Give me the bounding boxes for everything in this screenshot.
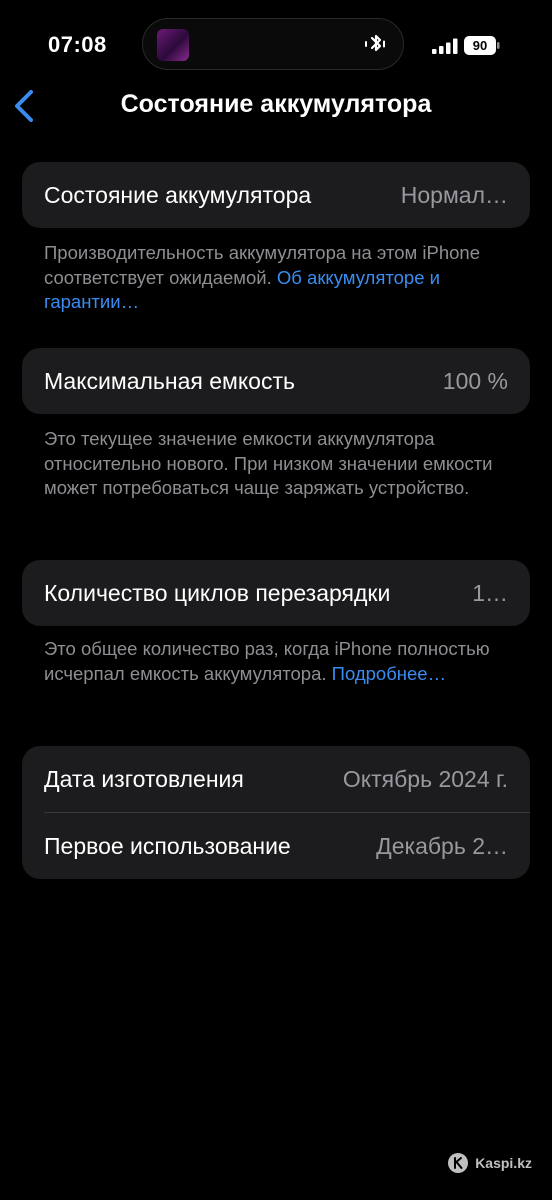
max-capacity-note: Это текущее значение емкости аккумулятор… [44,428,493,498]
cycle-count-row: Количество циклов перезарядки 1… [22,560,530,626]
dates-card: Дата изготовления Октябрь 2024 г. Первое… [22,746,530,879]
first-use-value: Декабрь 2… [376,832,508,859]
now-playing-thumbnail[interactable] [157,29,189,61]
cycle-count-note: Это общее количество раз, когда iPhone п… [44,637,514,686]
manufacture-date-value: Октябрь 2024 г. [342,765,508,792]
bluetooth-icon [365,34,385,52]
cycle-count-label: Количество циклов перезарядки [44,579,391,606]
max-capacity-label: Максимальная емкость [44,367,295,394]
cycle-count-card: Количество циклов перезарядки 1… [22,560,530,626]
learn-more-link[interactable]: Подробнее… [332,663,446,684]
manufacture-date-label: Дата изготовления [44,765,244,792]
first-use-label: Первое использование [44,832,291,859]
battery-health-note: Производительность аккумулятора на этом … [44,241,514,315]
max-capacity-value: 100 % [442,367,508,394]
max-capacity-row: Максимальная емкость 100 % [22,348,530,414]
dynamic-island[interactable] [142,18,404,70]
first-use-row: Первое использование Декабрь 2… [22,813,530,879]
max-capacity-card: Максимальная емкость 100 % [22,348,530,414]
manufacture-date-row: Дата изготовления Октябрь 2024 г. [22,746,530,812]
battery-icon: 90 [464,36,500,55]
page-title: Состояние аккумулятора [120,90,432,118]
watermark-text: Kaspi.kz [475,1155,532,1171]
signal-icon [432,38,458,54]
kaspi-logo-icon [448,1153,469,1173]
status-time: 07:08 [48,32,107,57]
battery-health-card: Состояние аккумулятора Нормал… [22,162,530,228]
cycle-count-value: 1… [472,579,508,606]
kaspi-watermark: Kaspi.kz [447,1152,532,1174]
battery-level: 90 [472,38,488,53]
battery-health-value: Нормал… [400,181,508,208]
battery-health-label: Состояние аккумулятора [44,181,312,208]
battery-health-row[interactable]: Состояние аккумулятора Нормал… [22,162,530,228]
